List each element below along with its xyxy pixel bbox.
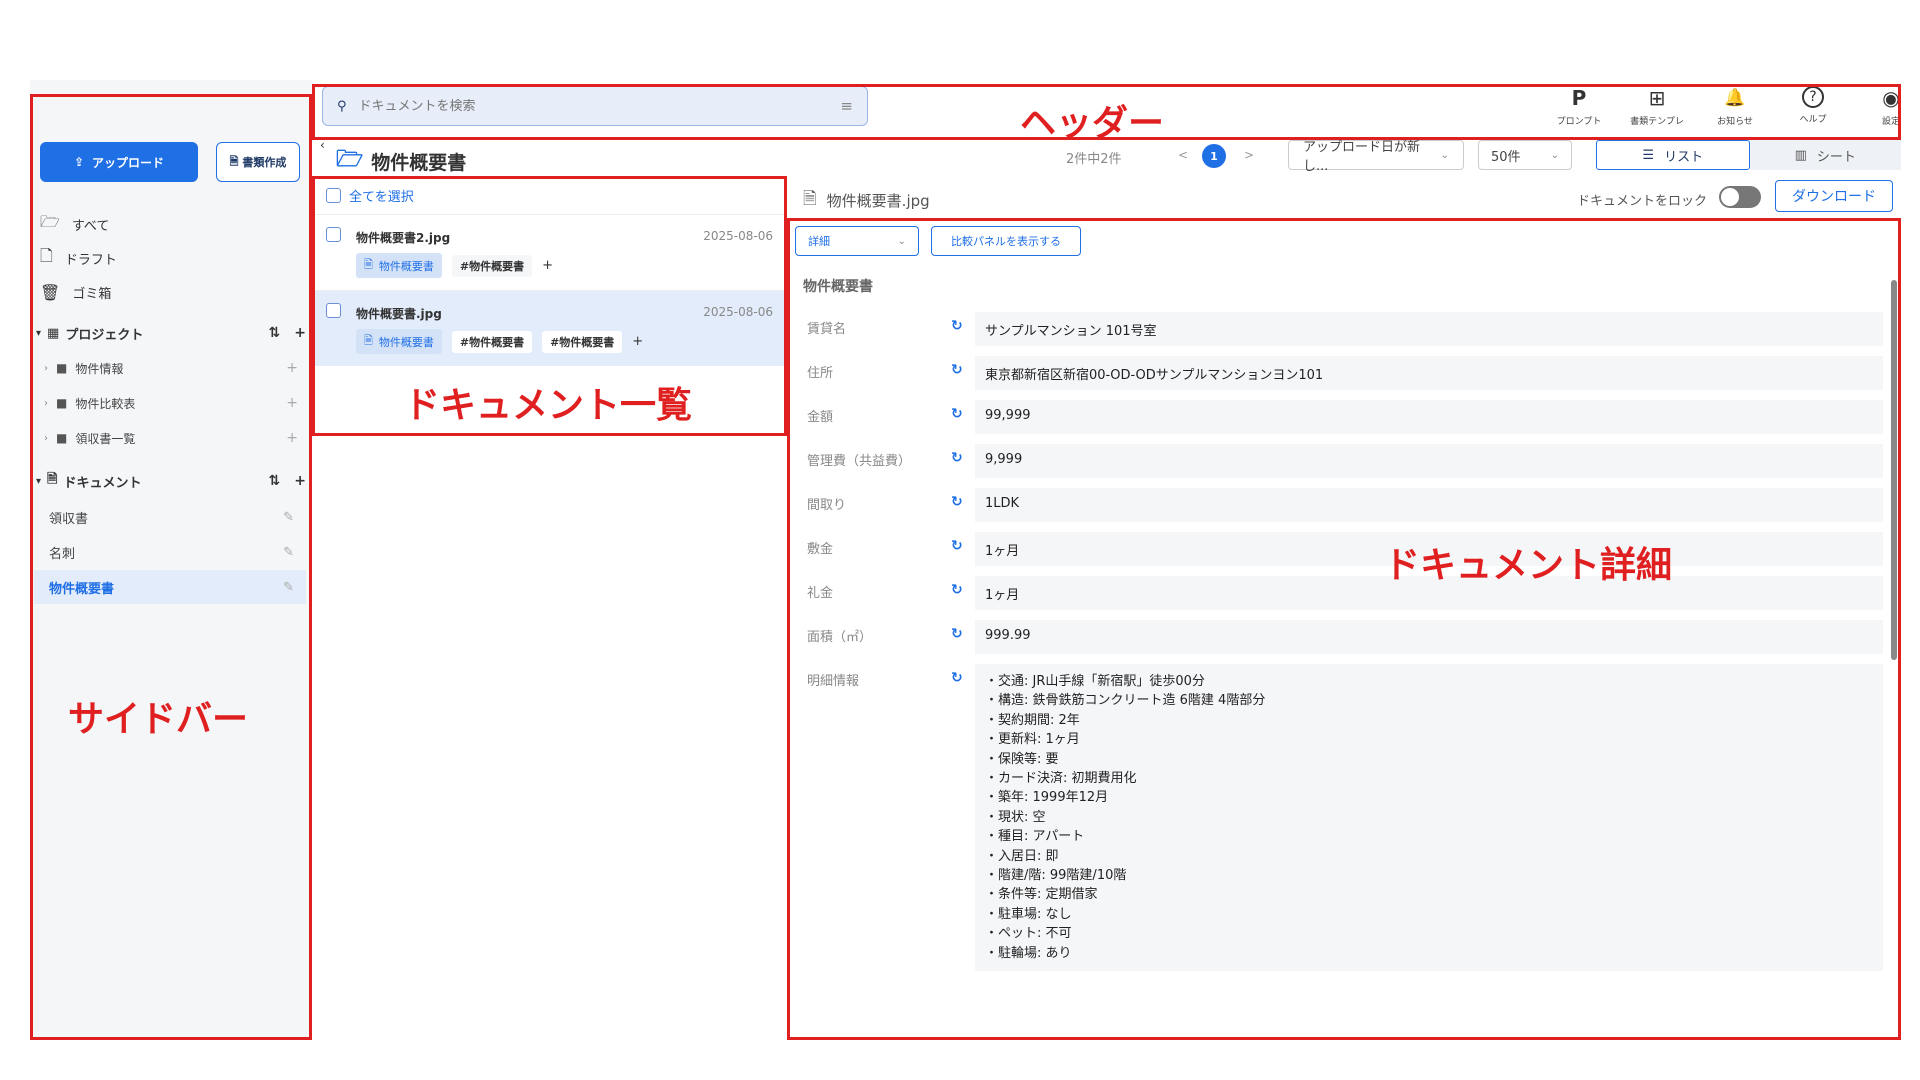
prev-page-button[interactable]: < [1178, 148, 1188, 162]
next-page-button[interactable]: > [1244, 148, 1254, 162]
lock-label: ドキュメントをロック [1577, 194, 1708, 209]
document-icon: 🗎 [803, 189, 817, 209]
file-name-text: 物件概要書.jpg [826, 192, 930, 210]
list-view-label: リスト [1664, 149, 1704, 165]
page-title-text: 物件概要書 [371, 151, 467, 174]
doclist-annotation-label: ドキュメント一覧 [404, 385, 693, 426]
download-button[interactable]: ダウンロード [1775, 180, 1893, 212]
header-annotation-label: ヘッダー [1020, 103, 1165, 144]
sheet-view-label: シート [1816, 149, 1856, 165]
view-toggle: ☰ リスト ▥ シート [1596, 140, 1901, 170]
chevron-down-icon: ⌄ [1440, 149, 1449, 161]
folder-open-icon: 🗁 [336, 147, 364, 172]
detail-annotation-box [787, 218, 1901, 1040]
chevron-down-icon: ⌄ [1550, 149, 1559, 161]
per-page-value: 50件 [1491, 149, 1521, 165]
result-count: 2件中2件 [1066, 152, 1122, 167]
toggle-knob [1721, 188, 1739, 206]
current-page[interactable]: 1 [1202, 144, 1226, 168]
table-icon: ▥ [1794, 147, 1807, 163]
collapse-sidebar-icon[interactable]: ‹ [320, 138, 325, 152]
per-page-select[interactable]: 50件 ⌄ [1478, 140, 1572, 170]
lock-toggle[interactable] [1719, 186, 1761, 208]
list-view-button[interactable]: ☰ リスト [1596, 140, 1750, 170]
sheet-view-button[interactable]: ▥ シート [1749, 140, 1901, 170]
sidebar-annotation-box [30, 94, 312, 1040]
sort-select[interactable]: アップロード日が新し... ⌄ [1288, 140, 1464, 174]
sort-value: アップロード日が新し... [1303, 140, 1421, 174]
sidebar-annotation-label: サイドバー [68, 699, 249, 740]
detail-file-name: 🗎 物件概要書.jpg [803, 186, 930, 215]
app-window: ⇪ アップロード 🗎 書類作成 🗁 すべて 🗋 ドラフト 🗑 ゴミ箱 ▾ ▦ プ… [30, 80, 1901, 1040]
list-icon: ☰ [1642, 147, 1655, 163]
detail-annotation-label: ドキュメント詳細 [1384, 545, 1673, 586]
page-title: 🗁 物件概要書 [336, 142, 466, 180]
